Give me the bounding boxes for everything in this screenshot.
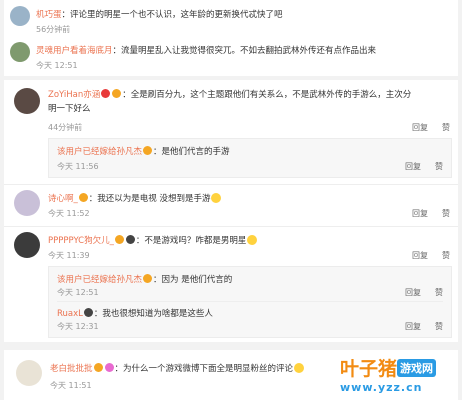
comment-time: 今天 11:52: [48, 209, 90, 218]
level-badge-icon: [78, 193, 88, 202]
reply-button[interactable]: 回复: [412, 251, 428, 260]
emoji-icon: [247, 235, 258, 245]
like-button[interactable]: 赞: [442, 251, 450, 260]
like-button[interactable]: 赞: [442, 209, 450, 218]
reply-author[interactable]: RuaxL: [57, 309, 83, 319]
level-badge-icon: [112, 89, 122, 98]
level-badge-icon: [93, 363, 103, 372]
comment-text-cont: 明一下好么: [48, 104, 91, 114]
avatar[interactable]: [16, 360, 42, 386]
comment-author[interactable]: 诗心啊_: [48, 194, 78, 204]
reply-time: 今天 11:56: [57, 162, 99, 171]
avatar[interactable]: [14, 88, 40, 114]
panda-icon: [83, 308, 93, 317]
comment-text: ：全是刷百分九，这个主题跟他们有关系么，不是武林外传的手游么，主次分: [122, 90, 412, 100]
comment-text: ：评论里的明星一个也不认识，这年龄的更新换代忒快了吧: [61, 10, 283, 20]
like-button[interactable]: 赞: [442, 123, 450, 132]
comment-item: 灵魂用户看着海底月：流量明星乱入让我觉得很突兀。不如去翻拍武林外传还有点作品出来…: [4, 38, 458, 74]
vip-badge-icon: [101, 89, 111, 98]
level-badge-icon: [114, 235, 124, 244]
vip-badge-icon: [104, 363, 114, 372]
comment-time: 44分钟前: [48, 123, 83, 132]
reply-box: 该用户已经嫁给孙凡杰 ：是他们代言的手游 今天 11:56 回复 赞: [48, 138, 452, 178]
reply-text: ：因为 是他们代言的: [153, 275, 233, 285]
avatar[interactable]: [14, 232, 40, 258]
watermark-logo: 叶子猪 游戏网 www.yzz.cn: [340, 354, 452, 396]
comment-author[interactable]: PPPPPYC狗欠儿_: [48, 236, 114, 246]
comment-text: ：流量明星乱入让我觉得很突兀。不如去翻拍武林外传还有点作品出来: [112, 46, 377, 56]
bottom-card: 老白批批批 ：为什么一个游戏微博下面全是明显粉丝的评论 今天 11:51 叶子猪游…: [4, 350, 458, 400]
reply-time: 今天 12:31: [57, 322, 99, 331]
level-badge-icon: [143, 274, 153, 283]
comment-author[interactable]: 老白批批批: [50, 364, 93, 374]
watermark-brand: 叶子猪: [340, 358, 398, 380]
comment-time: 今天 11:51: [50, 381, 92, 390]
comment-text: ：为什么一个游戏微博下面全是明显粉丝的评论: [114, 364, 294, 374]
comment-text: ：我还以为是电视 没想到是手游: [88, 194, 211, 204]
reply-button[interactable]: 回复: [405, 162, 421, 171]
reply-button[interactable]: 回复: [405, 322, 421, 331]
comment-time: 56分钟前: [36, 25, 71, 34]
comment-text: ：不是游戏吗？咋都是男明星: [135, 236, 247, 246]
reply-author[interactable]: 该用户已经嫁给孙凡杰: [57, 275, 142, 285]
emoji-icon: [294, 363, 305, 373]
emoji-icon: [211, 193, 222, 203]
watermark-tag: 游戏网: [397, 359, 437, 377]
level-badge-icon: [143, 146, 153, 155]
comment-author[interactable]: 机巧蛋: [36, 10, 62, 20]
like-button[interactable]: 赞: [435, 288, 443, 297]
reply-author[interactable]: 该用户已经嫁给孙凡杰: [57, 147, 142, 157]
reply-time: 今天 12:51: [57, 288, 99, 297]
avatar[interactable]: [14, 190, 40, 216]
comment-item: 机巧蛋：评论里的明星一个也不认识，这年龄的更新换代忒快了吧 56分钟前: [4, 2, 458, 38]
reply-box: 该用户已经嫁给孙凡杰 ：因为 是他们代言的 今天 12:51 回复赞 RuaxL：…: [48, 266, 452, 338]
reply-button[interactable]: 回复: [405, 288, 421, 297]
like-button[interactable]: 赞: [435, 322, 443, 331]
reply-text: ：是他们代言的手游: [153, 147, 230, 157]
comment-author[interactable]: ZoYiHan亦涵: [48, 90, 100, 100]
reply-button[interactable]: 回复: [412, 209, 428, 218]
top-card: 机巧蛋：评论里的明星一个也不认识，这年龄的更新换代忒快了吧 56分钟前 灵魂用户…: [4, 0, 458, 76]
main-card: ZoYiHan亦涵 ：全是刷百分九，这个主题跟他们有关系么，不是武林外传的手游么，…: [4, 80, 458, 342]
reply-button[interactable]: 回复: [412, 123, 428, 132]
comment-time: 今天 11:39: [48, 251, 90, 260]
panda-icon: [125, 235, 135, 244]
avatar[interactable]: [10, 42, 30, 62]
comment-time: 今天 12:51: [36, 61, 78, 70]
watermark-url: www.yzz.cn: [340, 381, 423, 394]
avatar[interactable]: [10, 6, 30, 26]
reply-text: ：我也很想知道为啥都是这些人: [93, 309, 213, 319]
comment-author[interactable]: 灵魂用户看着海底月: [36, 46, 113, 56]
like-button[interactable]: 赞: [435, 162, 443, 171]
